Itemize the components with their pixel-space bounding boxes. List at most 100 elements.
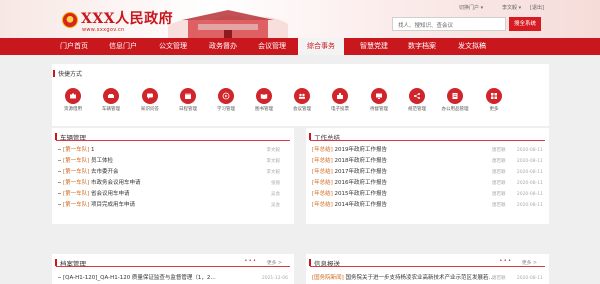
bullet-icon [58,193,61,194]
row-date: 2020-08-11 [516,148,543,153]
search-button[interactable]: 搜全系统 [509,17,541,31]
bullet-icon [58,149,61,150]
row-owner: 唐若颖 [492,159,506,164]
summary-row[interactable]: [年总结] 2019年政府工作报告 唐若颖 2020-08-11 [312,146,543,155]
summary-panel: 工作总结 [年总结] 2019年政府工作报告 唐若颖 2020-08-11 [年… [306,128,549,224]
quick-standards[interactable]: 规范管理 [398,88,436,112]
nav-meetings[interactable]: 会议管理 [250,38,294,55]
row-date: 2021-12-06 [261,276,288,281]
play-icon [218,88,234,104]
quick-e-vote[interactable]: 电子投票 [321,88,359,112]
quick-access-title: 快捷方式 [52,70,83,78]
row-text: 去市委开会 [91,169,119,175]
pager-dots[interactable]: • • • [244,259,256,264]
vote-icon [332,88,348,104]
vehicle-row[interactable]: [第一车队] 去市委开会 李文毅 [58,168,288,177]
vehicle-row[interactable]: [第一车队] 1 李文毅 [58,146,288,155]
header: XXX人民政府 www.xxxgov.cn 切换门户 ▾ 李文毅 ▾ [退出] … [0,0,600,38]
logout-link[interactable]: [退出] [530,4,544,11]
tiananmen-illustration [168,10,288,38]
row-text: [QA-H1-120]_QA-H1-120 质量保证监查与监督管理（1，2… [63,275,216,281]
row-owner: 唐若颖 [492,148,506,153]
row-tag: [第一车队] [63,180,90,186]
user-menu[interactable]: 李文毅 ▾ [502,4,521,11]
quick-learning[interactable]: 学习管理 [207,88,245,112]
row-date: 2020-08-11 [516,203,543,208]
archive-panel: 档案管理 • • • 更多 > [QA-H1-120]_QA-H1-120 质量… [52,254,294,284]
quick-vehicle[interactable]: 车辆管理 [92,88,130,112]
row-tag: [年总结] [312,169,333,175]
nav-documents[interactable]: 公文管理 [151,38,195,55]
quick-resource-borrow[interactable]: 资源借用 [54,88,92,112]
row-owner: 李文毅 [266,148,281,153]
quick-label: 更多 [489,107,499,112]
vehicle-row[interactable]: [第一车队] 市政务会议用车申请 张丽 [58,179,288,188]
row-tag: [年总结] [312,202,333,208]
pager-dots[interactable]: • • • [499,259,511,264]
quick-label: 车辆管理 [102,107,120,112]
quick-label: 日程管理 [179,107,197,112]
row-owner: 唐若颖 [492,276,506,281]
row-text: 1 [91,147,95,153]
quick-label: 规范管理 [408,107,426,112]
quick-more[interactable]: 更多 [475,88,513,112]
news-row[interactable]: [国务院新闻] 国务院关于进一步支持杨凌农业高新技术产业示范区发展若… 唐若颖 … [312,274,543,283]
nav-digital-archive[interactable]: 数字档案 [400,38,444,55]
briefcase-icon [65,88,81,104]
quick-library[interactable]: 图书管理 [245,88,283,112]
panel-divider [310,140,545,141]
quick-label: 待督管理 [370,107,388,112]
row-tag: [第一车队] [63,147,90,153]
panel-divider [310,266,545,267]
summary-row[interactable]: [年总结] 2017年政府工作报告 唐若颖 2020-08-11 [312,168,543,177]
nav-drafting[interactable]: 发文拟稿 [450,38,494,55]
archive-more-link[interactable]: 更多 > [267,259,282,266]
nav-general-affairs[interactable]: 综合事务 [298,38,344,55]
chat-icon [142,88,158,104]
row-date: 2020-08-11 [516,276,543,281]
summary-row[interactable]: [年总结] 2018年政府工作报告 唐若颖 2020-08-11 [312,157,543,166]
row-owner: 李文毅 [266,170,281,175]
row-text: 2018年政府工作报告 [334,158,388,164]
row-tag: [年总结] [312,191,333,197]
row-date: 2020-08-11 [516,192,543,197]
nav-supervision[interactable]: 政务督办 [201,38,245,55]
nav-party-building[interactable]: 智慧党建 [352,38,396,55]
switch-portal-link[interactable]: 切换门户 ▾ [459,4,483,11]
summary-row[interactable]: [年总结] 2015年政府工作报告 唐若颖 2020-08-11 [312,190,543,199]
nav-info-portal[interactable]: 信息门户 [101,38,145,55]
quick-meeting[interactable]: 会议管理 [283,88,321,112]
summary-row[interactable]: [年总结] 2014年政府工作报告 唐若颖 2020-08-11 [312,201,543,210]
quick-supervise[interactable]: 待督管理 [360,88,398,112]
quick-label: 知识问答 [141,107,159,112]
bullet-icon [58,204,61,205]
summary-row[interactable]: [年总结] 2016年政府工作报告 唐若颖 2020-08-11 [312,179,543,188]
nav-home[interactable]: 门户首页 [53,38,95,55]
row-tag: [第一车队] [63,191,90,197]
row-date: 2020-08-11 [516,181,543,186]
quick-label: 会议管理 [293,107,311,112]
row-text: 2015年政府工作报告 [334,191,388,197]
quick-office-supplies[interactable]: 办公用品管理 [436,88,474,112]
search-input[interactable]: 找人、搜知识、查会议 [392,17,506,31]
row-owner: 唐若颖 [492,192,506,197]
bullet-icon [58,277,61,278]
vehicle-row[interactable]: [第一车队] 员工体检 李文毅 [58,157,288,166]
vehicle-row[interactable]: [第一车队] 项目完成用车申请 吴会 [58,201,288,210]
news-more-link[interactable]: 更多 > [522,259,537,266]
row-tag: [国务院新闻] [312,275,344,281]
row-owner: 唐若颖 [492,203,506,208]
row-date: 2020-08-11 [516,159,543,164]
quick-label: 资源借用 [64,107,82,112]
car-icon [103,88,119,104]
row-owner: 吴会 [271,203,280,208]
row-text: 市政务会议用车申请 [91,180,141,186]
bullet-icon [58,182,61,183]
site-title[interactable]: XXX人民政府 [81,8,173,28]
national-emblem-icon [62,12,78,28]
quick-qa[interactable]: 知识问答 [131,88,169,112]
archive-row[interactable]: [QA-H1-120]_QA-H1-120 质量保证监查与监督管理（1，2… 2… [58,274,288,283]
vehicle-row[interactable]: [第一车队] 省会议用车申请 吴会 [58,190,288,199]
quick-label: 学习管理 [217,107,235,112]
quick-schedule[interactable]: 日程管理 [169,88,207,112]
